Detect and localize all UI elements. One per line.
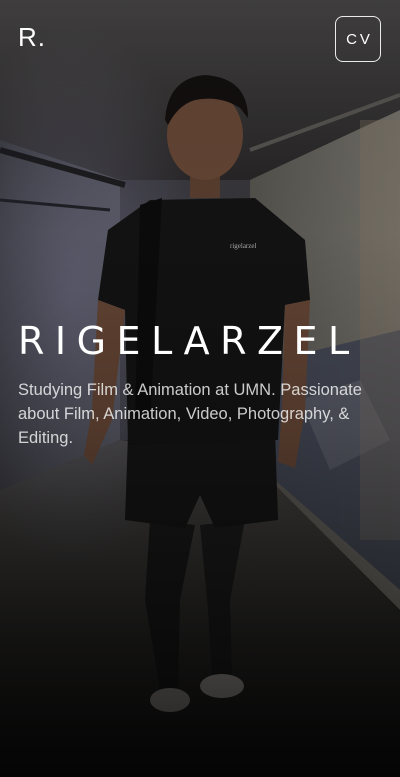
hero-subtitle: Studying Film & Animation at UMN. Passio… xyxy=(18,381,362,447)
home-screen: rigelarzel R. CV RIGELARZEL Studying Fil… xyxy=(0,0,400,777)
site-logo[interactable]: R. xyxy=(18,24,46,50)
cv-button[interactable]: CV xyxy=(335,16,381,62)
hero-title: RIGELARZEL xyxy=(18,319,360,363)
